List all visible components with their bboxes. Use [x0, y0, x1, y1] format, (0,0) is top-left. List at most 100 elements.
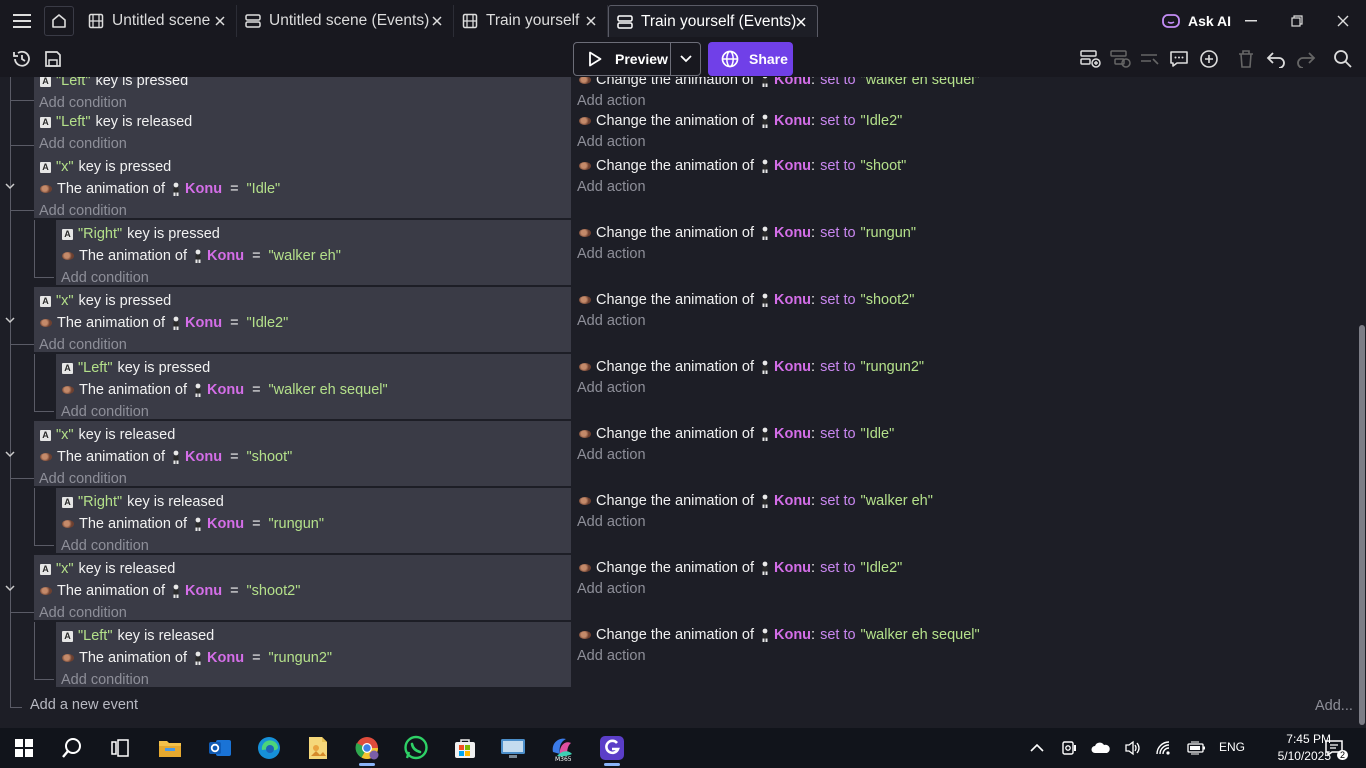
key-condition[interactable]: A "x" key is pressed	[40, 157, 171, 177]
chevron-down-icon[interactable]	[671, 43, 700, 75]
home-icon[interactable]	[44, 6, 74, 36]
chevron-down-icon[interactable]	[4, 180, 16, 192]
add-condition-button[interactable]: Add condition	[39, 469, 127, 489]
event-conditions[interactable]: A "x" key is released The animation of Konu =…	[34, 421, 571, 489]
animation-condition[interactable]: The animation of Konu = "rungun"	[62, 514, 324, 534]
restore-icon[interactable]	[1286, 6, 1308, 36]
chevron-down-icon[interactable]	[4, 448, 16, 460]
add-action-button[interactable]: Add action	[577, 244, 646, 264]
add-subevent-icon[interactable]	[1106, 45, 1134, 73]
animation-condition[interactable]: The animation of Konu = "Idle2"	[40, 313, 288, 333]
change-animation-action[interactable]: Change the animation of Konu: set to "Idle"	[579, 424, 894, 444]
add-new-event-button[interactable]: Add a new event	[30, 697, 138, 713]
change-animation-action[interactable]: Change the animation of Konu: set to "walke…	[579, 77, 980, 90]
key-condition[interactable]: A "Right" key is pressed	[62, 224, 220, 244]
animation-condition[interactable]: The animation of Konu = "shoot"	[40, 447, 292, 467]
event-actions[interactable]: Change the animation of Konu: set to "walke…	[573, 488, 1353, 553]
history-icon[interactable]	[8, 45, 36, 73]
change-animation-action[interactable]: Change the animation of Konu: set to "walke…	[579, 491, 933, 511]
store-icon[interactable]	[449, 732, 481, 764]
camera-icon[interactable]	[1057, 736, 1081, 760]
edge-icon[interactable]	[253, 732, 285, 764]
tab-untitled-scene-events[interactable]: Untitled scene (Events)	[237, 5, 454, 37]
gdevelop-icon[interactable]	[596, 732, 628, 766]
add-action-button[interactable]: Add action	[577, 378, 646, 398]
close-icon[interactable]	[212, 13, 228, 29]
add-circle-icon[interactable]	[1195, 45, 1223, 73]
comment-icon[interactable]	[1165, 45, 1193, 73]
network-icon[interactable]	[1153, 736, 1177, 760]
event-conditions[interactable]: A "Left" key is released The animation of Ko…	[56, 622, 571, 690]
hamburger-menu-icon[interactable]	[8, 6, 36, 36]
event-actions[interactable]: Change the animation of Konu: set to "walke…	[573, 77, 1353, 109]
add-condition-button[interactable]: Add condition	[39, 335, 127, 355]
onedrive-icon[interactable]	[1089, 736, 1113, 760]
change-animation-action[interactable]: Change the animation of Konu: set to "rungu…	[579, 223, 916, 243]
chrome-icon[interactable]	[351, 732, 383, 766]
animation-condition[interactable]: The animation of Konu = "walker eh sequel"	[62, 380, 388, 400]
add-action-button[interactable]: Add action	[577, 311, 646, 331]
change-animation-action[interactable]: Change the animation of Konu: set to "Idle2…	[579, 111, 902, 131]
event-actions[interactable]: Change the animation of Konu: set to "shoot…	[573, 287, 1353, 352]
trash-icon[interactable]	[1232, 45, 1260, 73]
change-animation-action[interactable]: Change the animation of Konu: set to "rungu…	[579, 357, 924, 377]
key-condition[interactable]: A "Right" key is released	[62, 492, 224, 512]
chevron-up-icon[interactable]	[1025, 736, 1049, 760]
key-condition[interactable]: A "Left" key is pressed	[62, 358, 210, 378]
add-condition-button[interactable]: Add condition	[61, 670, 149, 690]
add-action-button[interactable]: Add action	[577, 512, 646, 532]
photos-icon[interactable]	[302, 732, 334, 764]
toggle-events-icon[interactable]	[1136, 45, 1164, 73]
add-action-button[interactable]: Add action	[577, 132, 646, 152]
add-condition-button[interactable]: Add condition	[61, 402, 149, 422]
key-condition[interactable]: A "x" key is released	[40, 425, 175, 445]
add-action-button[interactable]: Add action	[577, 579, 646, 599]
m365-icon[interactable]: M365	[546, 732, 578, 764]
change-animation-action[interactable]: Change the animation of Konu: set to "shoot…	[579, 156, 906, 176]
event-conditions[interactable]: A "x" key is pressed The animation of Konu = "…	[34, 287, 571, 355]
volume-icon[interactable]	[1121, 736, 1145, 760]
task-view-icon[interactable]	[104, 732, 136, 764]
undo-icon[interactable]	[1262, 45, 1290, 73]
add-condition-button[interactable]: Add condition	[39, 134, 127, 154]
chevron-down-icon[interactable]	[4, 582, 16, 594]
event-actions[interactable]: Change the animation of Konu: set to "rungu…	[573, 220, 1353, 285]
preview-button[interactable]: Preview	[573, 42, 701, 76]
event-actions[interactable]: Change the animation of Konu: set to "shoot…	[573, 153, 1353, 218]
start-icon[interactable]	[8, 732, 40, 764]
key-condition[interactable]: A "Left" key is released	[62, 626, 214, 646]
file-explorer-icon[interactable]	[154, 732, 186, 764]
add-action-button[interactable]: Add action	[577, 646, 646, 666]
add-action-button[interactable]: Add action	[577, 445, 646, 465]
event-actions[interactable]: Change the animation of Konu: set to "Idle2…	[573, 108, 1353, 153]
outlook-icon[interactable]	[204, 732, 236, 764]
change-animation-action[interactable]: Change the animation of Konu: set to "shoot…	[579, 290, 914, 310]
notifications-icon[interactable]: 2	[1322, 736, 1348, 760]
event-conditions[interactable]: A "x" key is pressed The animation of Konu = "…	[34, 153, 571, 219]
add-condition-button[interactable]: Add condition	[39, 603, 127, 623]
event-conditions[interactable]: A "Left" key is pressed The animation of Kon…	[56, 354, 571, 422]
change-animation-action[interactable]: Change the animation of Konu: set to "Idle2…	[579, 558, 902, 578]
animation-condition[interactable]: The animation of Konu = "walker eh"	[62, 246, 341, 266]
remote-desktop-icon[interactable]	[497, 732, 529, 764]
add-condition-button[interactable]: Add condition	[61, 268, 149, 288]
event-conditions[interactable]: A "Right" key is pressed The animation of Ko…	[56, 220, 571, 288]
share-button[interactable]: Share	[708, 42, 793, 76]
language-indicator[interactable]: ENG	[1219, 740, 1245, 754]
tab-untitled-scene[interactable]: Untitled scene	[80, 5, 237, 37]
redo-icon[interactable]	[1292, 45, 1320, 73]
event-conditions[interactable]: A "Left" key is released Add condition	[34, 108, 571, 153]
search-icon[interactable]	[56, 732, 88, 764]
key-condition[interactable]: A "x" key is released	[40, 559, 175, 579]
preview-main[interactable]: Preview	[574, 43, 671, 75]
key-condition[interactable]: A "Left" key is released	[40, 112, 192, 132]
event-conditions[interactable]: A "Left" key is pressed Add condition	[34, 77, 571, 111]
event-conditions[interactable]: A "Right" key is released The animation of K…	[56, 488, 571, 554]
scrollbar[interactable]	[1357, 77, 1366, 727]
event-actions[interactable]: Change the animation of Konu: set to "Idle"…	[573, 421, 1353, 486]
add-more-button[interactable]: Add...	[1315, 698, 1353, 714]
animation-condition[interactable]: The animation of Konu = "Idle"	[40, 179, 280, 199]
key-condition[interactable]: A "x" key is pressed	[40, 291, 171, 311]
add-event-icon[interactable]	[1076, 45, 1104, 73]
whatsapp-icon[interactable]	[400, 732, 432, 764]
